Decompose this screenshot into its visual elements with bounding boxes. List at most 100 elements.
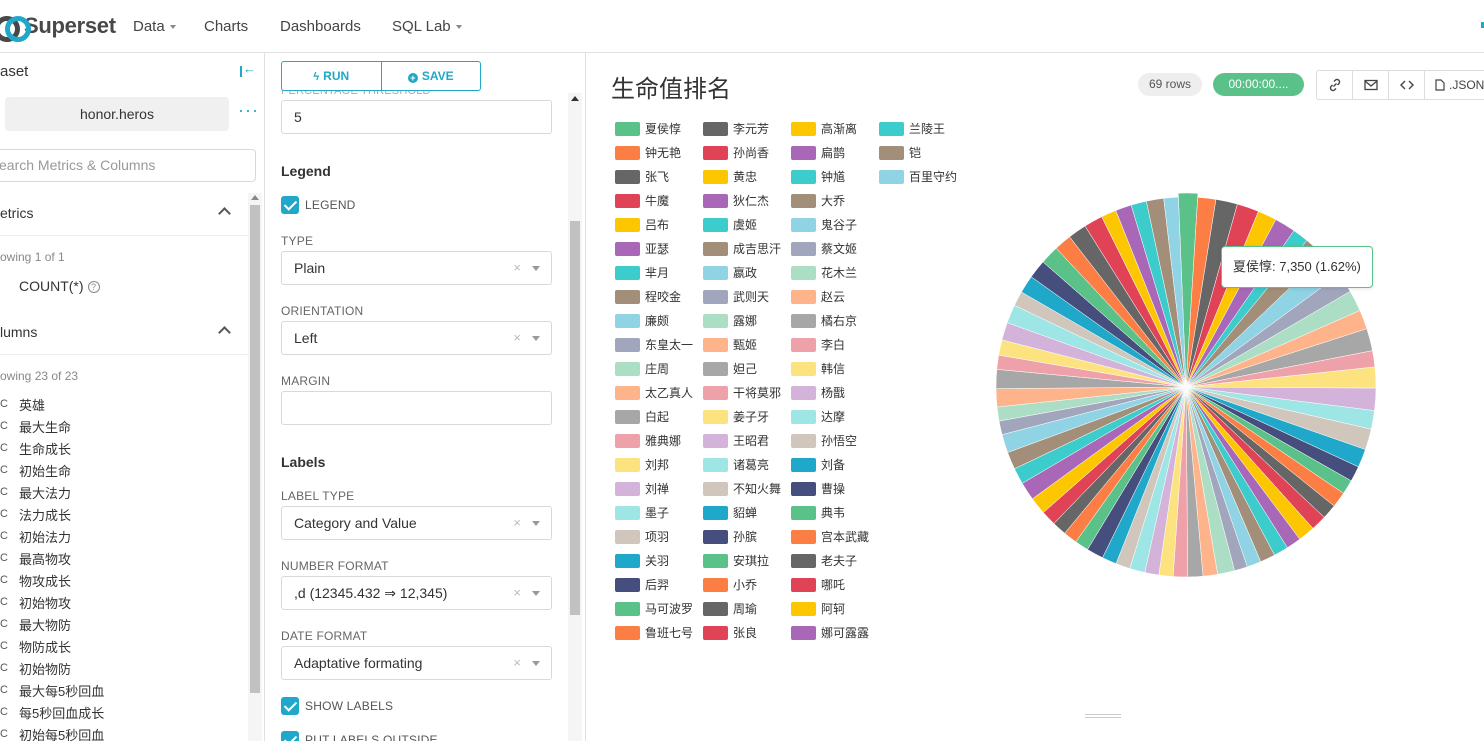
datasource-scrollbar[interactable] (248, 193, 262, 741)
put-labels-outside-checkbox[interactable]: PUT LABELS OUTSIDE (281, 731, 438, 741)
checkbox-checked-icon[interactable] (281, 731, 299, 741)
plus-circle-icon: + (407, 73, 418, 83)
column-type: C (0, 618, 8, 630)
column-type: C (0, 464, 8, 476)
nav-dashboards[interactable]: Dashboards (280, 18, 361, 35)
column-item[interactable]: C 法力成长 (0, 503, 248, 525)
pie-chart[interactable] (587, 53, 1484, 741)
nav-charts-label: Charts (204, 18, 249, 35)
column-name: 英雄 (19, 397, 46, 413)
caret-down-icon (455, 25, 462, 30)
label-type-select[interactable]: Category and Value × (281, 506, 552, 540)
caret-down-icon[interactable] (532, 521, 540, 526)
column-name: 最大物防 (19, 617, 72, 633)
run-save-group: ϟ RUN + SAVE (281, 61, 481, 91)
run-label: RUN (323, 69, 350, 83)
caret-down-icon[interactable] (532, 591, 540, 596)
scrollbar-thumb[interactable] (250, 205, 260, 693)
column-name: 法力成长 (19, 507, 72, 523)
clear-icon[interactable]: × (513, 252, 521, 284)
margin-input[interactable] (281, 391, 552, 425)
column-item[interactable]: C 英雄 (0, 393, 248, 415)
column-name: 最大法力 (19, 485, 72, 501)
scroll-up-icon[interactable] (571, 96, 579, 101)
nav-charts[interactable]: Charts (204, 18, 248, 35)
column-type: C (0, 640, 8, 652)
metric-item[interactable]: COUNT(*)? (19, 278, 100, 294)
clear-icon[interactable]: × (513, 647, 521, 679)
resize-handle[interactable] (1085, 714, 1121, 718)
question-icon[interactable]: ? (87, 281, 100, 294)
column-item[interactable]: C 生命成长 (0, 437, 248, 459)
column-name: 物攻成长 (19, 573, 72, 589)
column-type: C (0, 508, 8, 520)
caret-down-icon[interactable] (532, 661, 540, 666)
column-name: 物防成长 (19, 639, 72, 655)
superset-logo[interactable]: Superset (0, 12, 116, 42)
column-item[interactable]: C 初始法力 (0, 525, 248, 547)
collapse-panel-icon[interactable] (240, 61, 256, 79)
column-type: C (0, 662, 8, 674)
column-item[interactable]: C 初始物防 (0, 657, 248, 679)
type-select[interactable]: Plain × (281, 251, 552, 285)
metrics-section-label: etrics (0, 205, 34, 221)
number-format-select[interactable]: ,d (12345.432 ⇒ 12,345) × (281, 576, 552, 610)
caret-down-icon (169, 25, 176, 30)
column-item[interactable]: C 最大物防 (0, 613, 248, 635)
labels-section-title: Labels (281, 454, 326, 470)
column-item[interactable]: C 物攻成长 (0, 569, 248, 591)
column-type: C (0, 574, 8, 586)
orientation-value: Left (294, 330, 318, 346)
column-type: C (0, 486, 8, 498)
checkbox-checked-icon[interactable] (281, 196, 299, 214)
column-item[interactable]: C 最大法力 (0, 481, 248, 503)
column-item[interactable]: C 初始每5秒回血 (0, 723, 248, 741)
nav-sql-lab[interactable]: SQL Lab (392, 18, 462, 35)
save-button[interactable]: + SAVE (380, 62, 481, 90)
save-label: SAVE (421, 69, 454, 83)
scrollbar-thumb[interactable] (570, 221, 580, 615)
caret-down-icon[interactable] (532, 336, 540, 341)
metrics-columns-search-input[interactable]: earch Metrics & Columns (0, 149, 256, 182)
column-item[interactable]: C 物防成长 (0, 635, 248, 657)
control-panel-scrollbar[interactable] (568, 93, 582, 741)
column-item[interactable]: C 每5秒回血成长 (0, 701, 248, 723)
clear-icon[interactable]: × (513, 577, 521, 609)
column-item[interactable]: C 初始物攻 (0, 591, 248, 613)
column-name: 初始物防 (19, 661, 72, 677)
datasource-panel-title: aset (0, 63, 29, 80)
column-item[interactable]: C 最高物攻 (0, 547, 248, 569)
metrics-section-header[interactable]: etrics (0, 205, 240, 235)
more-options-icon[interactable]: ··· (238, 101, 259, 119)
clear-icon[interactable]: × (513, 507, 521, 539)
show-labels-checkbox[interactable]: SHOW LABELS (281, 697, 393, 715)
checkbox-checked-icon[interactable] (281, 697, 299, 715)
run-button[interactable]: ϟ RUN (282, 62, 381, 90)
columns-list: C 英雄 C 最大生命 C 生命成长 C 初始生命 C 最大法力 C 法力成长 C 初始法力 C 最高物攻 C 物… (0, 393, 248, 741)
percentage-threshold-input[interactable]: 5 (281, 100, 552, 134)
column-item[interactable]: C 最大每5秒回血 (0, 679, 248, 701)
column-item[interactable]: C 初始生命 (0, 459, 248, 481)
legend-checkbox-label: LEGEND (305, 198, 356, 212)
column-type: C (0, 728, 8, 740)
column-item[interactable]: C 最大生命 (0, 415, 248, 437)
legend-checkbox[interactable]: LEGEND (281, 196, 356, 214)
chart-container: 生命值排名 69 rows 00:00:00.... .JSON 夏侯惇 钟无艳张… (587, 53, 1484, 741)
datasource-name[interactable]: honor.heros (5, 97, 229, 131)
nav-data[interactable]: Data (133, 18, 176, 35)
date-format-select[interactable]: Adaptative formating × (281, 646, 552, 680)
scroll-up-icon[interactable] (251, 195, 259, 200)
column-type: C (0, 684, 8, 696)
columns-section-header[interactable]: lumns (0, 324, 240, 354)
column-name: 最高物攻 (19, 551, 72, 567)
nav-data-label: Data (133, 18, 165, 35)
type-value: Plain (294, 260, 326, 276)
column-name: 初始生命 (19, 463, 72, 479)
column-name: 最大每5秒回血 (19, 683, 105, 699)
orientation-select[interactable]: Left × (281, 321, 552, 355)
clear-icon[interactable]: × (513, 322, 521, 354)
caret-down-icon[interactable] (532, 266, 540, 271)
column-type: C (0, 552, 8, 564)
divider (0, 235, 248, 236)
column-type: C (0, 596, 8, 608)
